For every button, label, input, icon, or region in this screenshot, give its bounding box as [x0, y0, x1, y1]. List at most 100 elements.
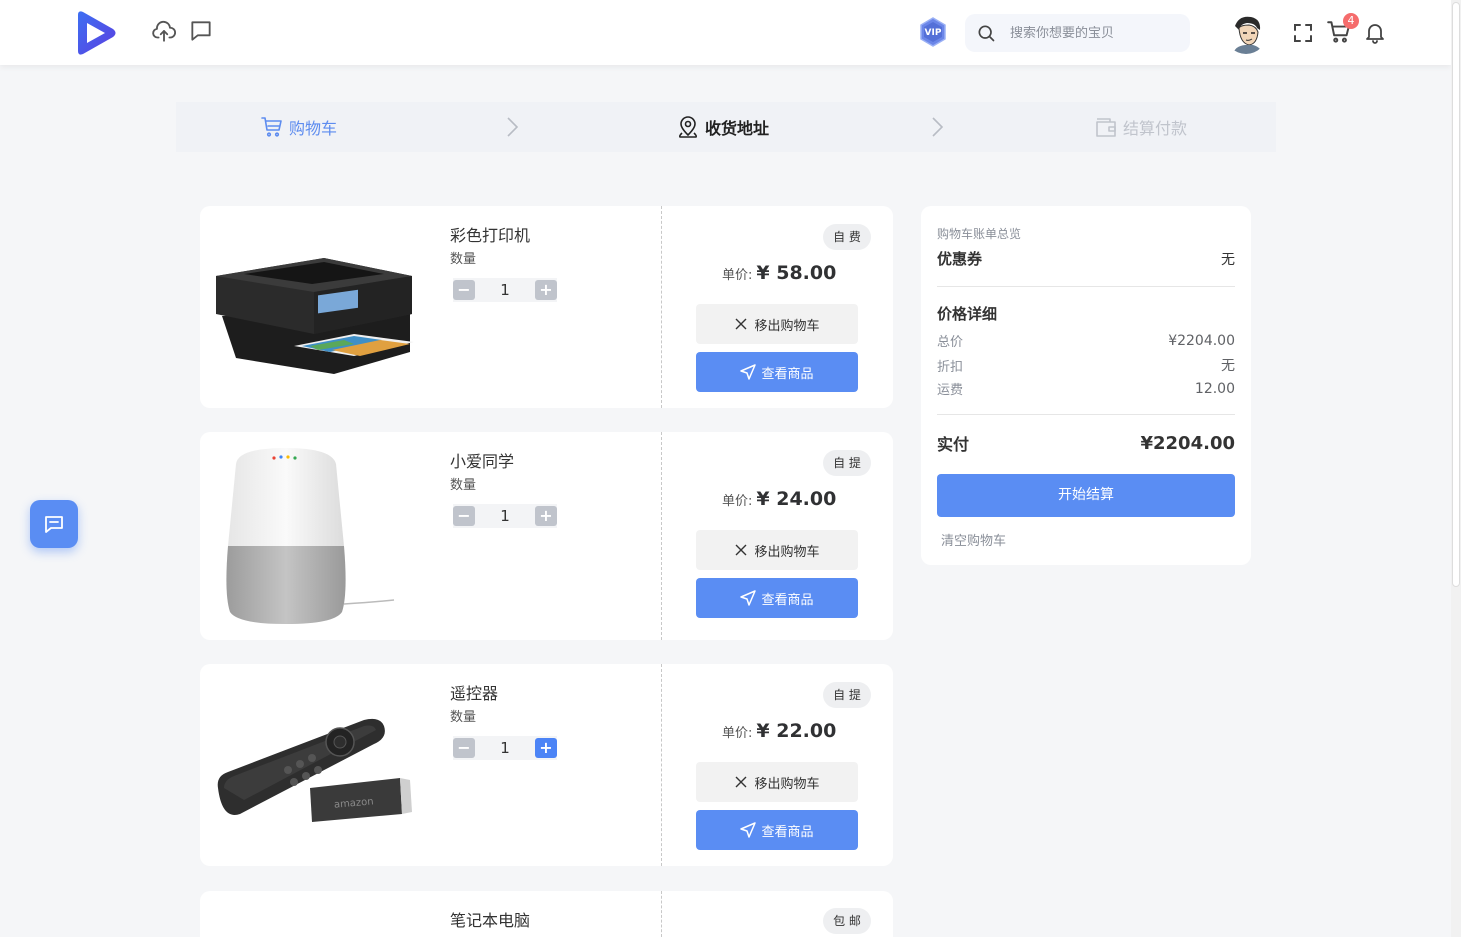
- remove-from-cart-button[interactable]: 移出购物车: [696, 762, 858, 802]
- card-divider: [661, 432, 662, 640]
- chat-button[interactable]: [30, 500, 78, 548]
- checkout-steps: 购物车 收货地址 结算付款: [176, 102, 1276, 152]
- search-input[interactable]: [1010, 25, 1180, 41]
- summary-caption: 购物车账单总览: [937, 227, 1022, 241]
- delivery-tag: 自 提: [823, 682, 871, 708]
- quantity-value[interactable]: 1: [500, 739, 510, 757]
- unit-price: 单价: ¥ 24.00: [722, 488, 836, 510]
- total-row: 总价 ¥2204.00: [937, 331, 1235, 351]
- cart-count-badge: 4: [1343, 13, 1359, 29]
- quantity-stepper: − 1 +: [453, 736, 557, 760]
- card-divider: [661, 891, 662, 937]
- step-cart[interactable]: 购物车: [260, 102, 337, 152]
- quantity-label: 数量: [450, 710, 477, 725]
- view-label: 查看商品: [761, 366, 814, 382]
- price-label: 单价:: [722, 726, 753, 741]
- price-detail-title-row: 价格详细: [937, 303, 1235, 324]
- chevron-right-icon: [932, 117, 944, 137]
- chevron-right-icon: [507, 117, 519, 137]
- product-name[interactable]: 小爱同学: [450, 448, 514, 472]
- increase-button[interactable]: +: [534, 506, 557, 526]
- navigation-arrow-icon: [740, 364, 757, 380]
- quantity-value[interactable]: 1: [500, 507, 510, 525]
- total-label: 总价: [937, 335, 964, 350]
- decrease-button[interactable]: −: [453, 738, 475, 758]
- increase-button[interactable]: +: [534, 280, 557, 300]
- vip-label: VIP: [925, 28, 942, 38]
- divider: [937, 414, 1235, 415]
- search-icon[interactable]: [976, 23, 996, 43]
- fullscreen-icon[interactable]: [1291, 21, 1315, 45]
- discount-value: 无: [1221, 358, 1235, 374]
- product-image-smart-speaker[interactable]: [214, 444, 418, 628]
- quantity-value[interactable]: 1: [500, 281, 510, 299]
- upload-cloud-icon[interactable]: [151, 18, 177, 44]
- step-label: 购物车: [289, 119, 338, 138]
- delivery-tag: 自 费: [823, 224, 871, 250]
- discount-row: 折扣 无: [937, 355, 1235, 375]
- close-icon: [735, 544, 747, 556]
- chat-icon: [45, 516, 63, 533]
- remove-from-cart-button[interactable]: 移出购物车: [696, 530, 858, 570]
- product-name[interactable]: 彩色打印机: [450, 222, 530, 246]
- remove-from-cart-button[interactable]: 移出购物车: [696, 304, 858, 344]
- view-product-button[interactable]: 查看商品: [696, 352, 858, 392]
- view-product-button[interactable]: 查看商品: [696, 810, 858, 850]
- vip-badge-icon[interactable]: VIP: [917, 16, 949, 48]
- product-image-printer[interactable]: [214, 218, 418, 396]
- scrollbar-thumb[interactable]: [1452, 2, 1460, 587]
- remove-label: 移出购物车: [754, 544, 820, 560]
- price-value: ¥ 58.00: [756, 262, 837, 284]
- quantity-stepper: − 1 +: [453, 504, 557, 528]
- shipping-row: 运费 12.00: [937, 379, 1235, 399]
- total-value: ¥2204.00: [1168, 332, 1235, 349]
- search-box[interactable]: [965, 14, 1190, 52]
- cart-item-card: amazon 遥控器 数量 − 1 + 自 提 单价: ¥ 22.00 移出购物…: [200, 664, 893, 866]
- message-icon[interactable]: [188, 18, 214, 44]
- divider: [937, 286, 1235, 287]
- remove-label: 移出购物车: [754, 776, 820, 792]
- shipping-value: 12.00: [1194, 380, 1235, 397]
- step-label: 结算付款: [1123, 119, 1188, 138]
- page-scrollbar[interactable]: [1451, 0, 1461, 937]
- delivery-tag: 自 提: [823, 450, 871, 476]
- step-payment[interactable]: 结算付款: [1094, 102, 1187, 152]
- navigation-arrow-icon: [740, 822, 757, 838]
- decrease-button[interactable]: −: [453, 506, 475, 526]
- view-product-button[interactable]: 查看商品: [696, 578, 858, 618]
- card-divider: [661, 664, 662, 866]
- discount-label: 折扣: [937, 359, 964, 375]
- cart-step-icon: [261, 117, 282, 137]
- cart-summary: 购物车账单总览 优惠券 无 价格详细 总价 ¥2204.00 折扣 无 运费 1…: [921, 206, 1251, 565]
- price-label: 单价:: [722, 494, 753, 509]
- quantity-stepper: − 1 +: [453, 278, 557, 302]
- close-icon: [735, 776, 747, 788]
- step-label: 收货地址: [705, 119, 770, 138]
- coupon-value: 无: [1221, 251, 1235, 268]
- product-image-remote-control[interactable]: amazon: [214, 676, 418, 854]
- bell-icon[interactable]: [1363, 19, 1387, 45]
- coupon-row[interactable]: 优惠券 无: [937, 248, 1235, 269]
- paid-value: ¥2204.00: [1140, 432, 1235, 454]
- quantity-label: 数量: [450, 252, 477, 267]
- product-name[interactable]: 笔记本电脑: [450, 907, 530, 931]
- logo-icon[interactable]: [74, 9, 118, 57]
- price-value: ¥ 24.00: [756, 488, 837, 510]
- close-icon: [735, 318, 747, 330]
- unit-price: 单价: ¥ 22.00: [722, 720, 836, 742]
- avatar[interactable]: [1225, 12, 1267, 54]
- avatar-image: [1225, 12, 1267, 54]
- delivery-tag: 包 邮: [823, 908, 871, 934]
- step-address[interactable]: 收货地址: [676, 102, 769, 152]
- cart-item-card: 小爱同学 数量 − 1 + 自 提 单价: ¥ 24.00 移出购物车 查看商品: [200, 432, 893, 640]
- navigation-arrow-icon: [740, 590, 757, 606]
- decrease-button[interactable]: −: [453, 280, 475, 300]
- coupon-label: 优惠券: [937, 250, 983, 268]
- location-pin-icon: [678, 116, 698, 138]
- cart-item-card: 笔记本电脑 包 邮: [200, 891, 893, 937]
- unit-price: 单价: ¥ 58.00: [722, 262, 836, 284]
- checkout-button[interactable]: 开始结算: [937, 474, 1235, 517]
- product-name[interactable]: 遥控器: [450, 680, 498, 704]
- clear-cart-link[interactable]: 清空购物车: [941, 530, 1006, 549]
- increase-button[interactable]: +: [534, 738, 557, 758]
